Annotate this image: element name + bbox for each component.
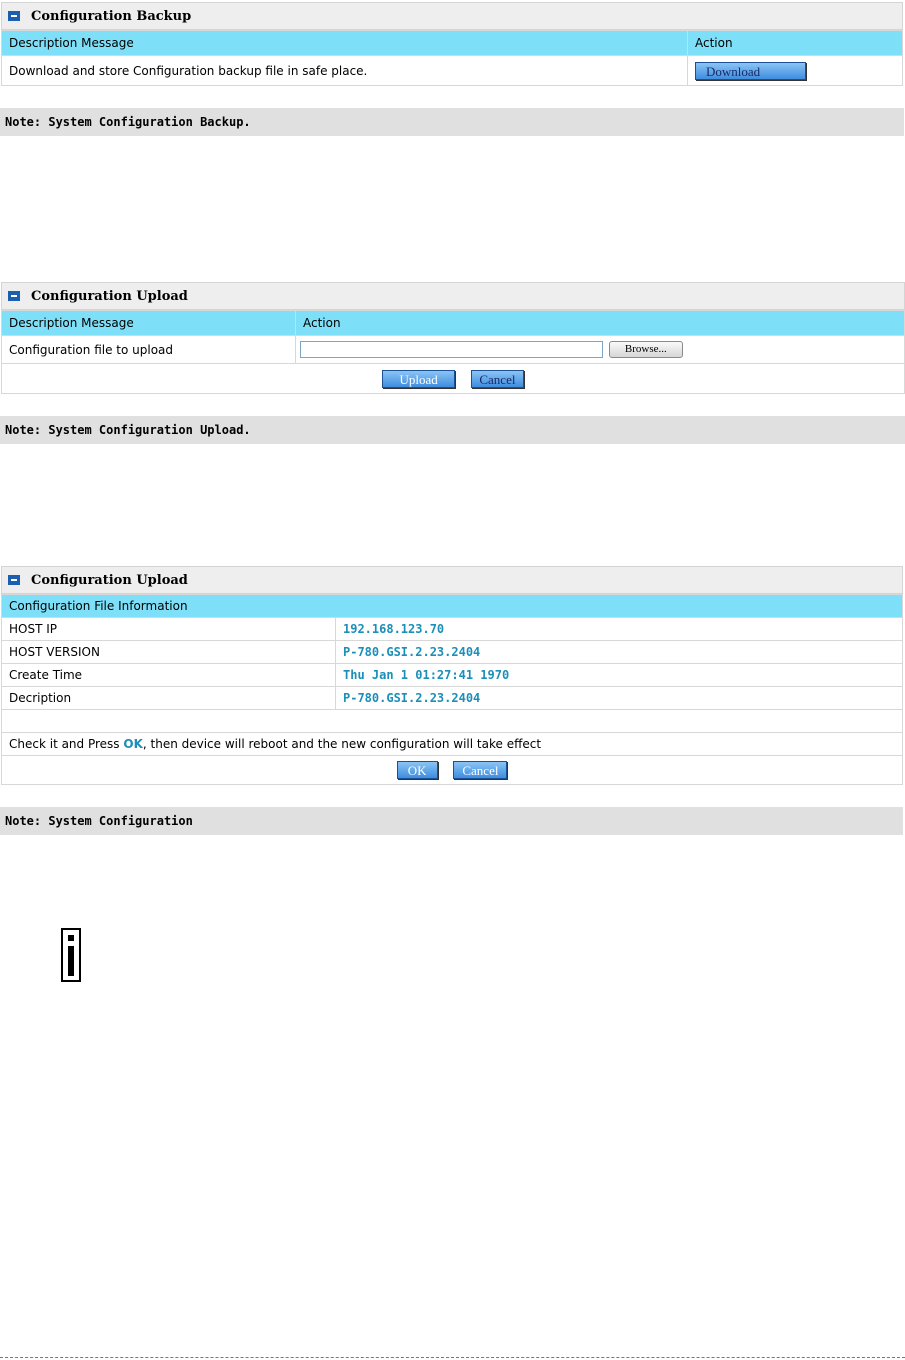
backup-table: Description Message Action Download and … [1,30,903,86]
table-row: Create Time Thu Jan 1 01:27:41 1970 [1,663,903,687]
table-row: HOST VERSION P-780.GSI.2.23.2404 [1,640,903,664]
page-divider [0,1357,905,1358]
upload-panel: Configuration Upload Description Message… [1,282,905,394]
confirm-buttons-row: OK Cancel [1,755,903,785]
info-icon-dot [68,935,74,941]
info-icon [61,928,81,982]
blank-row [1,709,903,733]
upload-button[interactable]: Upload [382,369,456,388]
info-value: 192.168.123.70 [335,617,903,641]
file-path-input[interactable] [300,341,603,358]
backup-col-action: Action [687,30,903,56]
confirm-panel-title: Configuration Upload [31,572,188,588]
backup-action-cell: Download [687,55,903,86]
backup-col-description: Description Message [1,30,688,56]
upload-action-cell: Browse... [295,335,905,364]
upload-row-label: Configuration file to upload [1,335,296,364]
ok-button[interactable]: OK [396,761,438,779]
confirm-header: Configuration File Information [1,594,903,618]
panel-icon [8,575,20,585]
info-label: HOST IP [1,617,336,641]
info-label: Create Time [1,663,336,687]
info-value: P-780.GSI.2.23.2404 [335,640,903,664]
confirm-table: Configuration File Information HOST IP 1… [1,594,903,785]
download-button[interactable]: Download [695,61,806,80]
confirm-message-post: , then device will reboot and the new co… [142,737,542,751]
upload-col-description: Description Message [1,310,296,336]
backup-panel-title: Configuration Backup [31,8,192,24]
confirm-message: Check it and Press OK, then device will … [1,732,903,756]
backup-panel-title-bar: Configuration Backup [1,2,903,30]
confirm-message-ok: OK [123,737,143,751]
table-row: Decription P-780.GSI.2.23.2404 [1,686,903,710]
confirm-panel-title-bar: Configuration Upload [1,566,903,594]
panel-icon [8,291,20,301]
confirm-message-pre: Check it and Press [9,737,124,751]
info-label: Decription [1,686,336,710]
upload-col-action: Action [295,310,905,336]
upload-panel-title: Configuration Upload [31,288,188,304]
confirm-panel: Configuration Upload Configuration File … [1,566,903,785]
upload-panel-title-bar: Configuration Upload [1,282,905,310]
upload-table: Description Message Action Configuration… [1,310,905,394]
info-icon-bar [68,946,74,976]
info-value: Thu Jan 1 01:27:41 1970 [335,663,903,687]
backup-row-text: Download and store Configuration backup … [1,55,688,86]
upload-note: Note: System Configuration Upload. [0,416,905,444]
table-row: HOST IP 192.168.123.70 [1,617,903,641]
backup-note: Note: System Configuration Backup. [0,108,904,136]
upload-buttons-row: Upload Cancel [1,363,905,394]
info-value: P-780.GSI.2.23.2404 [335,686,903,710]
confirm-cancel-button[interactable]: Cancel [453,761,508,779]
browse-button[interactable]: Browse... [608,341,683,358]
info-label: HOST VERSION [1,640,336,664]
confirm-note: Note: System Configuration [0,807,903,835]
backup-panel: Configuration Backup Description Message… [1,2,903,86]
upload-cancel-button[interactable]: Cancel [470,369,524,388]
panel-icon [8,11,20,21]
